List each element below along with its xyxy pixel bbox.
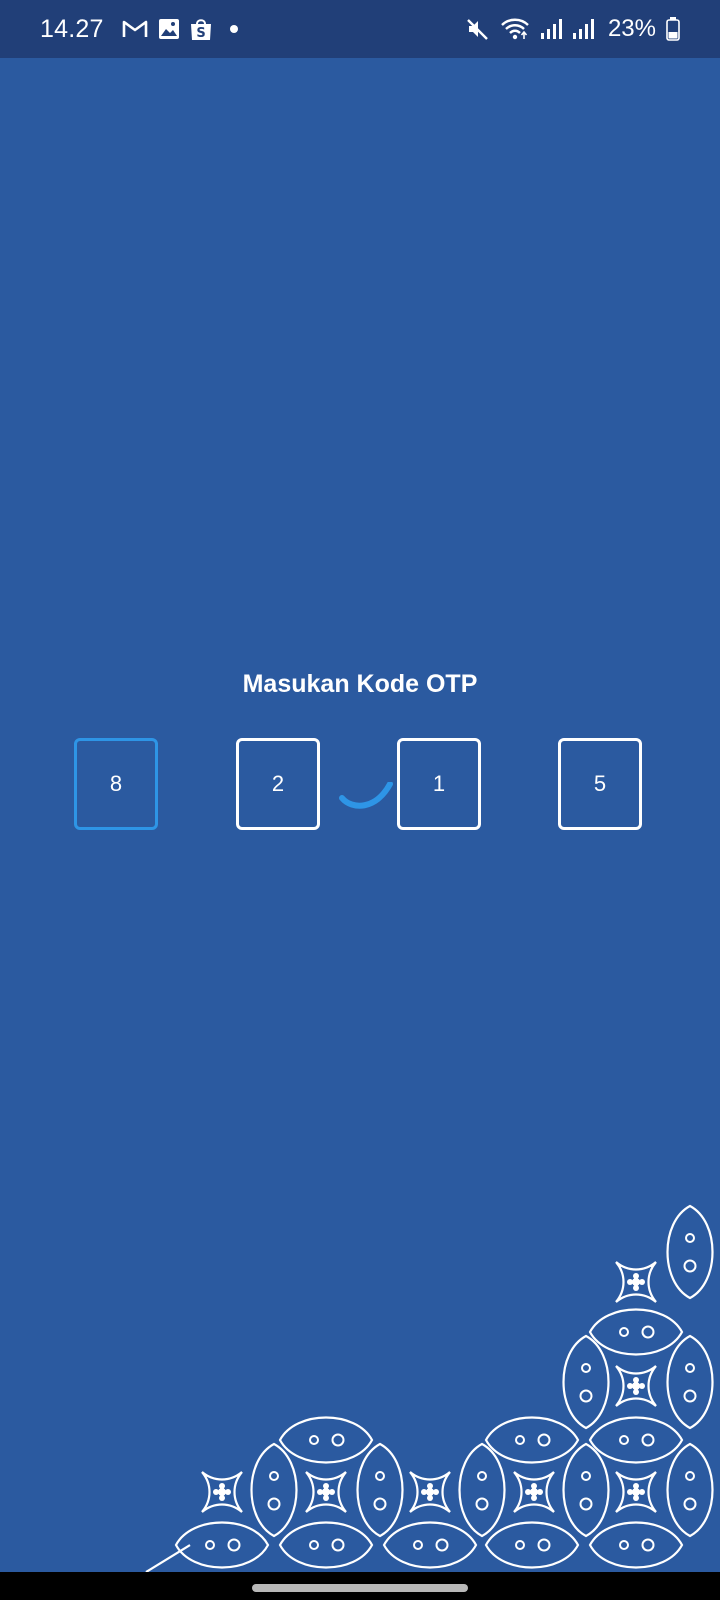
status-right: 23% bbox=[466, 15, 680, 43]
signal-icon bbox=[572, 18, 594, 40]
batik-pattern-decoration bbox=[145, 1204, 714, 1573]
battery-icon bbox=[666, 17, 680, 41]
battery-percent: 23% bbox=[607, 15, 656, 42]
navigation-bar bbox=[0, 1572, 720, 1600]
otp-digit-2[interactable]: 2 bbox=[236, 738, 320, 830]
dot-icon bbox=[222, 24, 242, 34]
home-gesture-handle[interactable] bbox=[252, 1584, 468, 1592]
gallery-icon bbox=[158, 18, 180, 40]
otp-digit-1[interactable]: 8 bbox=[74, 738, 158, 830]
status-left: 14.27 S bbox=[40, 15, 242, 44]
otp-title: Masukan Kode OTP bbox=[242, 670, 478, 698]
otp-input-row: 8 2 1 5 bbox=[0, 738, 720, 838]
wifi-icon bbox=[500, 17, 530, 41]
svg-text:S: S bbox=[196, 26, 205, 41]
mute-icon bbox=[466, 17, 490, 41]
otp-digit-3[interactable]: 1 bbox=[397, 738, 481, 830]
loading-spinner-icon bbox=[339, 782, 393, 809]
status-bar: 14.27 S 23% bbox=[0, 0, 720, 58]
shopee-icon: S bbox=[190, 17, 212, 41]
status-time: 14.27 bbox=[40, 14, 104, 43]
gmail-icon bbox=[122, 19, 148, 39]
otp-digit-4[interactable]: 5 bbox=[558, 738, 642, 830]
signal-icon bbox=[540, 18, 562, 40]
